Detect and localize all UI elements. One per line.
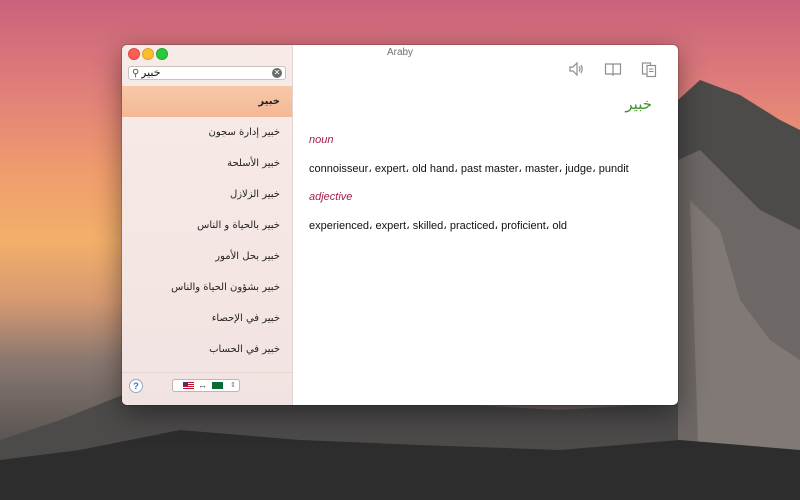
list-item[interactable]: خبير بحل الأمور xyxy=(122,241,292,272)
book-icon[interactable] xyxy=(604,60,622,78)
search-field[interactable]: ⚲ ✕ xyxy=(128,66,286,80)
us-flag-icon xyxy=(183,382,194,389)
list-item[interactable]: خبير في الإحصاء xyxy=(122,303,292,334)
clear-search-icon[interactable]: ✕ xyxy=(272,68,282,78)
help-button[interactable]: ? xyxy=(129,379,143,393)
swap-arrows-icon: ↔ xyxy=(198,380,207,390)
results-list: خبير خبير إدارة سجون خبير الأسلحة خبير ا… xyxy=(122,86,292,365)
speaker-icon[interactable] xyxy=(567,60,585,78)
search-icon: ⚲ xyxy=(132,68,140,79)
language-direction-select[interactable]: ↔ ⇕ xyxy=(172,379,240,392)
definition-text: connoisseur، expert، old hand، past mast… xyxy=(309,163,629,175)
chevron-updown-icon: ⇕ xyxy=(230,382,236,389)
list-item[interactable]: خبير بشؤون الحياة والناس xyxy=(122,272,292,303)
part-of-speech-label: noun xyxy=(309,134,334,146)
entry-word: خبير xyxy=(625,95,652,113)
app-window: ⚲ ✕ خبير خبير إدارة سجون خبير الأسلحة خب… xyxy=(122,45,678,405)
sidebar-footer: ? ↔ ⇕ xyxy=(122,372,292,405)
sidebar: ⚲ ✕ خبير خبير إدارة سجون خبير الأسلحة خب… xyxy=(122,45,293,405)
list-item[interactable]: خبير في الحساب xyxy=(122,334,292,365)
saudi-flag-icon xyxy=(212,382,223,389)
window-title: Araby xyxy=(386,47,414,58)
list-item[interactable]: خبير الأسلحة xyxy=(122,148,292,179)
search-input[interactable] xyxy=(141,67,271,79)
close-window-button[interactable] xyxy=(128,48,140,60)
part-of-speech-label: adjective xyxy=(309,191,353,203)
copy-icon[interactable] xyxy=(640,60,658,78)
list-item[interactable]: خبير إدارة سجون xyxy=(122,117,292,148)
list-item[interactable]: خبير الزلازل xyxy=(122,179,292,210)
definition-text: experienced، expert، skilled، practiced،… xyxy=(309,220,568,232)
zoom-window-button[interactable] xyxy=(156,48,168,60)
minimize-window-button[interactable] xyxy=(142,48,154,60)
list-item[interactable]: خبير بالحياة و الناس xyxy=(122,210,292,241)
list-item[interactable]: خبير xyxy=(122,86,292,117)
